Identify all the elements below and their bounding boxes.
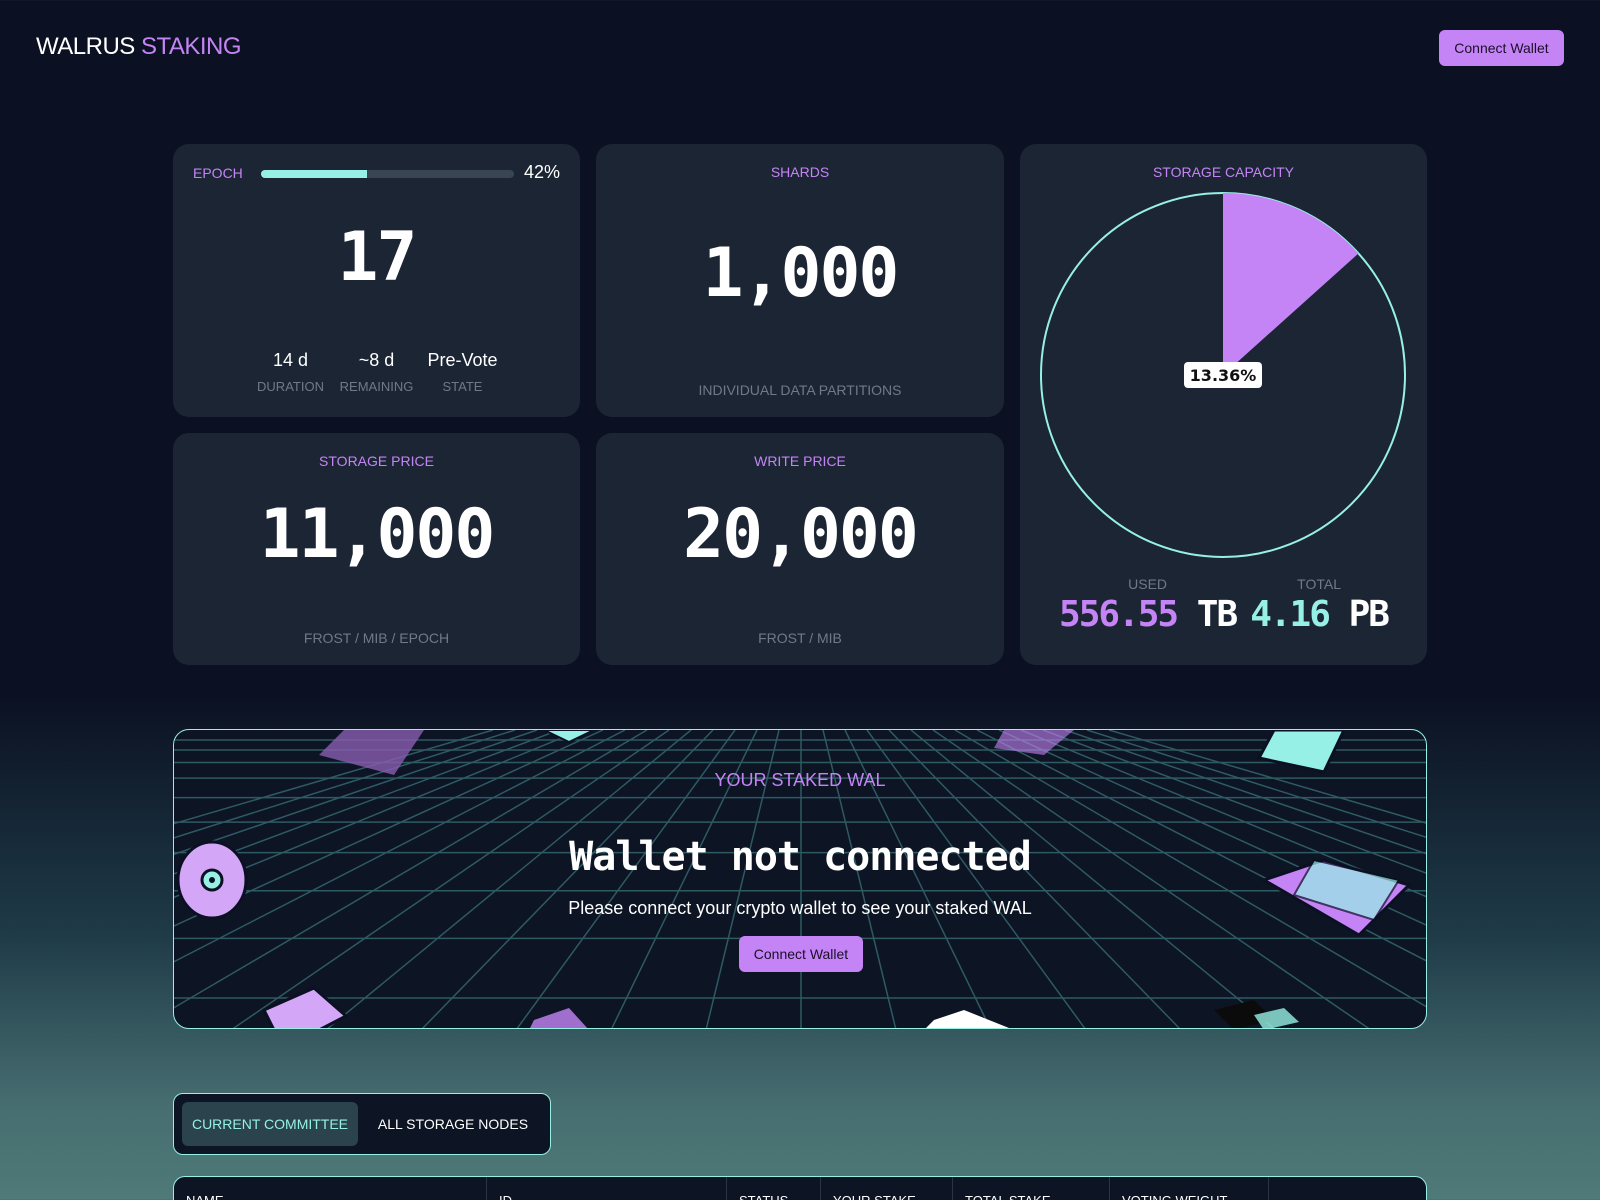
committee-table: NAME ID STATUS YOUR STAKE TOTAL STAKE VO… xyxy=(173,1176,1427,1200)
staked-wal-panel: YOUR STAKED WAL Wallet not connected Ple… xyxy=(173,729,1427,1029)
storage-price-card: STORAGE PRICE 11,000 FROST / MiB / EPOCH xyxy=(173,433,580,665)
epoch-label: EPOCH xyxy=(193,165,243,181)
column-header-your-stake[interactable]: YOUR STAKE xyxy=(821,1177,953,1200)
staked-wal-title: YOUR STAKED WAL xyxy=(714,770,886,790)
epoch-progress-fill xyxy=(261,170,368,178)
logo[interactable]: WALRUS STAKING xyxy=(36,33,242,61)
paper-icon-bottom xyxy=(530,1008,1009,1028)
capacity-used-unit: TB xyxy=(1196,594,1238,635)
staked-connect-wallet-button[interactable]: Connect Wallet xyxy=(739,936,863,972)
box-icon-bottom-left xyxy=(261,986,349,1028)
write-price-card: WRITE PRICE 20,000 FROST / MiB xyxy=(596,433,1004,665)
epoch-stat-remaining: ~8 d REMAINING xyxy=(340,350,414,394)
capacity-used-value: 556.55 xyxy=(1059,594,1179,635)
stat-label: DURATION xyxy=(257,379,324,394)
capacity-total-label: TOTAL xyxy=(1297,576,1341,592)
tab-all-storage-nodes[interactable]: ALL STORAGE NODES xyxy=(364,1102,542,1146)
capacity-total-value: 4.16 xyxy=(1250,594,1331,635)
wallet-not-connected-heading: Wallet not connected xyxy=(569,834,1032,880)
epoch-stats: 14 d DURATION ~8 d REMAINING Pre-Vote ST… xyxy=(173,350,580,394)
storage-capacity-pie: 13.36% xyxy=(1040,192,1406,558)
stat-label: STATE xyxy=(442,379,483,394)
card-icon-top-right xyxy=(1256,730,1346,774)
node-tabs: CURRENT COMMITTEE ALL STORAGE NODES xyxy=(173,1093,551,1155)
pie-percent-label: 13.36% xyxy=(1190,366,1257,385)
capacity-used-label: USED xyxy=(1128,576,1168,592)
shards-card: SHARDS 1,000 INDIVIDUAL DATA PARTITIONS xyxy=(596,144,1004,417)
logo-walrus: WALRUS xyxy=(36,33,135,60)
capacity-total-unit: PB xyxy=(1348,594,1390,635)
column-header-voting-weight[interactable]: VOTING WEIGHT xyxy=(1110,1177,1269,1200)
epoch-progress-bar xyxy=(261,170,514,178)
column-header-id[interactable]: ID xyxy=(487,1177,727,1200)
column-header-status[interactable]: STATUS xyxy=(727,1177,821,1200)
storage-price-label: STORAGE PRICE xyxy=(319,453,434,469)
capacity-stats: USED 556.55 TB TOTAL 4.16 PB xyxy=(1020,576,1427,635)
shards-caption: INDIVIDUAL DATA PARTITIONS xyxy=(698,382,902,398)
write-price-caption: FROST / MiB xyxy=(758,630,842,646)
blocks-icon-bottom-right xyxy=(1214,1000,1299,1028)
floppy-icon-top-left xyxy=(319,730,424,775)
capacity-used: USED 556.55 TB xyxy=(1059,576,1238,635)
epoch-number: 17 xyxy=(337,218,418,297)
stat-value: 14 d xyxy=(272,350,309,370)
tab-current-committee[interactable]: CURRENT COMMITTEE xyxy=(182,1102,358,1146)
purple-tile-top xyxy=(994,730,1074,755)
column-header-total-stake[interactable]: TOTAL STAKE xyxy=(953,1177,1110,1200)
shards-value: 1,000 xyxy=(702,234,900,313)
stat-value: ~8 d xyxy=(358,350,395,370)
shards-label: SHARDS xyxy=(770,164,830,180)
storage-capacity-label: STORAGE CAPACITY xyxy=(1152,164,1295,180)
logo-staking: STAKING xyxy=(140,33,242,60)
stat-value: Pre-Vote xyxy=(427,350,498,370)
storage-price-value: 11,000 xyxy=(259,495,496,574)
column-header-name[interactable]: NAME xyxy=(174,1177,487,1200)
stat-label: REMAINING xyxy=(339,379,414,394)
storage-price-caption: FROST / MiB / EPOCH xyxy=(303,630,450,646)
epoch-card: EPOCH 42% 17 14 d DURATION ~8 d REMAININ… xyxy=(173,144,580,417)
pie-used-slice xyxy=(1223,193,1359,375)
write-price-label: WRITE PRICE xyxy=(754,453,846,469)
epoch-stat-state: Pre-Vote STATE xyxy=(426,350,500,394)
wallet-not-connected-message: Please connect your crypto wallet to see… xyxy=(568,898,1032,918)
storage-capacity-card: STORAGE CAPACITY 13.36% USED 556.55 TB T… xyxy=(1020,144,1427,665)
write-price-value: 20,000 xyxy=(683,495,919,574)
capacity-total: TOTAL 4.16 PB xyxy=(1250,576,1390,635)
header: WALRUS STAKING Connect Wallet xyxy=(36,30,1564,66)
connect-wallet-button[interactable]: Connect Wallet xyxy=(1439,30,1564,66)
epoch-progress-percent: 42% xyxy=(523,162,560,182)
epoch-stat-duration: 14 d DURATION xyxy=(254,350,328,394)
